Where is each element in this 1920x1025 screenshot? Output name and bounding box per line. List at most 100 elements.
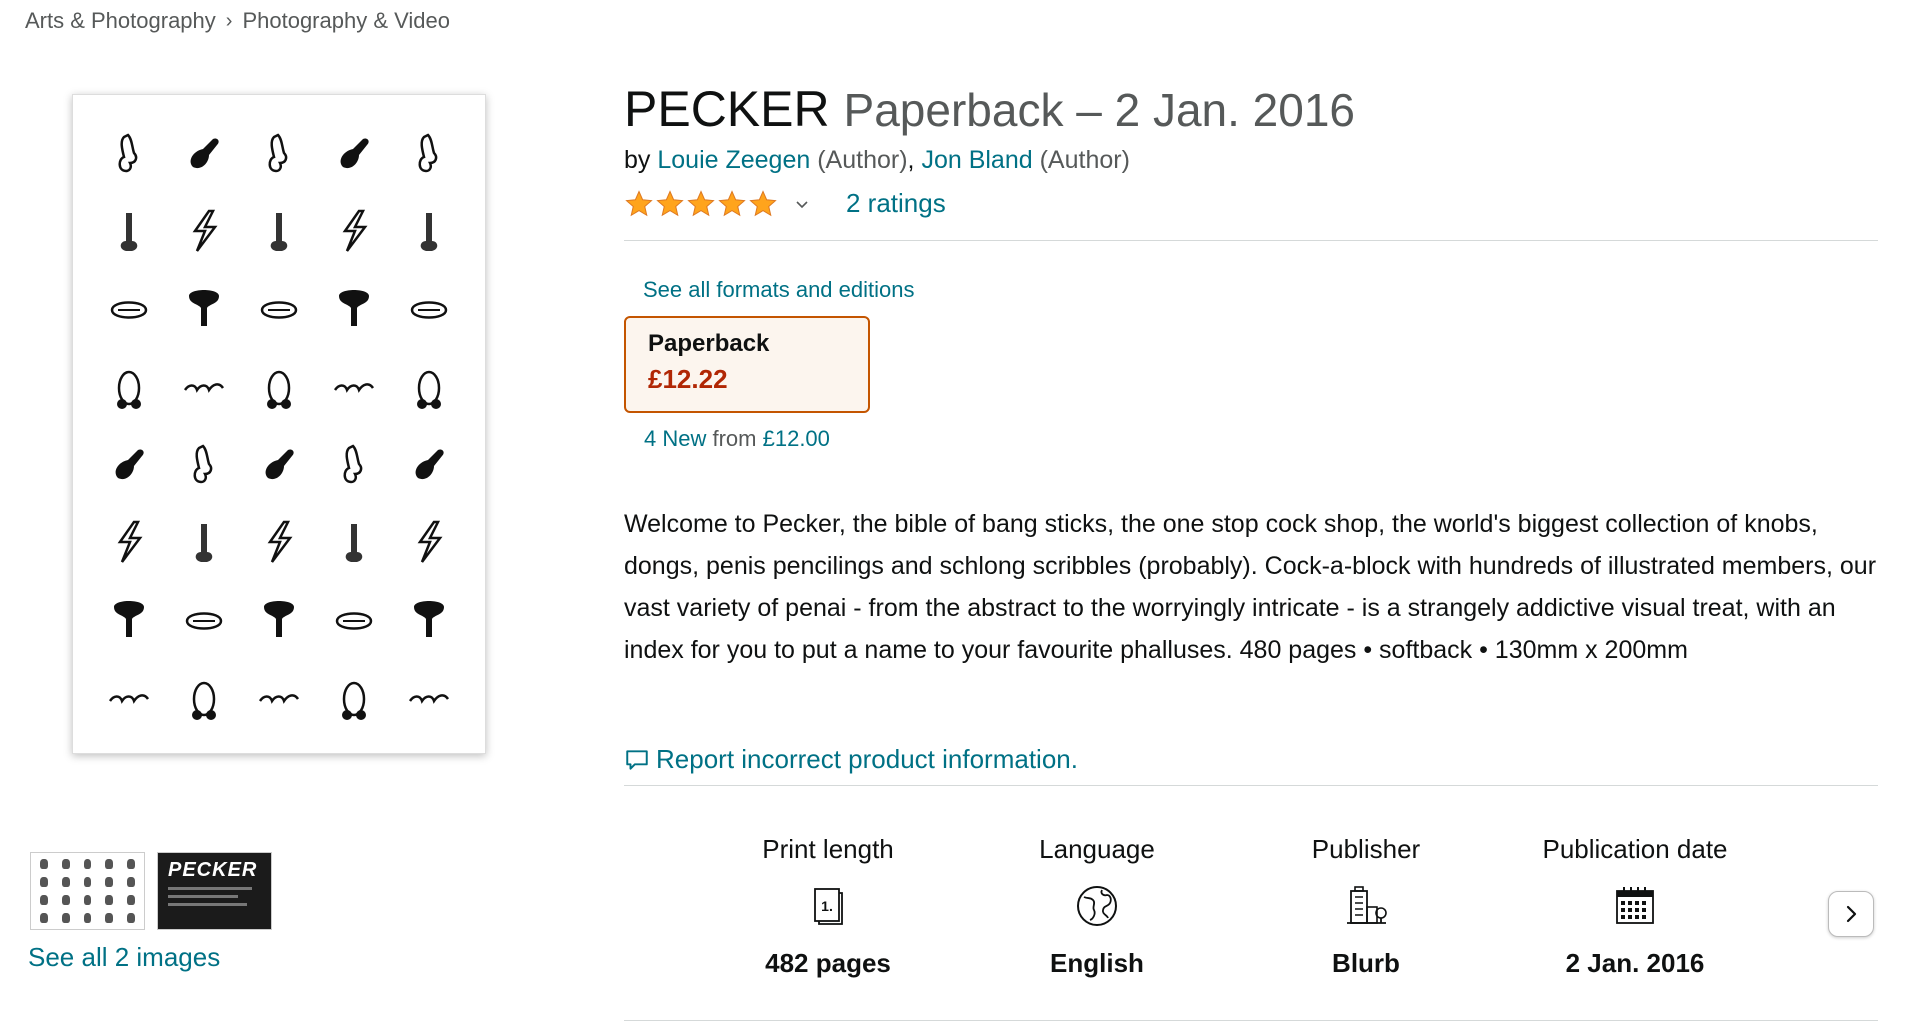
cover-doodle-illustration xyxy=(166,580,241,658)
thumbnail-doodle xyxy=(127,877,135,887)
thumbnail-doodle xyxy=(127,859,135,869)
thumbnail-text-line xyxy=(168,903,248,906)
star-rating[interactable] xyxy=(624,189,778,219)
thumbnail-doodle xyxy=(105,877,114,887)
thumbnail-doodle xyxy=(105,913,114,923)
star-icon xyxy=(687,189,715,216)
thumbnail-doodle xyxy=(40,859,48,869)
divider xyxy=(624,1020,1878,1021)
cover-doodle-illustration xyxy=(166,424,241,502)
image-thumbnails: PECKER xyxy=(30,852,272,930)
thumbnail-doodle xyxy=(83,913,92,923)
cover-doodle-illustration xyxy=(392,346,467,424)
cover-doodle-illustration xyxy=(392,113,467,191)
cover-illustration-grid xyxy=(91,113,467,735)
thumbnail-cover-back[interactable]: PECKER xyxy=(157,852,272,930)
author-role: (Author) xyxy=(817,146,908,174)
thumbnail-doodle xyxy=(83,859,92,869)
offers-price[interactable]: £12.00 xyxy=(763,426,830,451)
author-comma: , xyxy=(907,146,915,174)
thumbnail-text-line xyxy=(168,895,238,898)
breadcrumb-item-arts-photography[interactable]: Arts & Photography xyxy=(25,8,216,34)
cover-doodle-illustration xyxy=(317,424,392,502)
cover-doodle-illustration xyxy=(241,424,316,502)
thumbnail-doodle xyxy=(61,877,70,887)
chevron-down-icon[interactable] xyxy=(794,196,810,212)
thumbnail-doodle xyxy=(83,877,92,887)
cover-doodle-illustration xyxy=(317,346,392,424)
product-format-date: Paperback – 2 Jan. 2016 xyxy=(843,84,1356,136)
detail-label: Publication date xyxy=(1542,834,1728,864)
cover-doodle-illustration xyxy=(392,269,467,347)
author-role: (Author) xyxy=(1039,146,1130,174)
star-icon xyxy=(625,189,653,216)
offers-from-label: from xyxy=(712,426,757,451)
ratings-count-link[interactable]: 2 ratings xyxy=(846,188,946,219)
author-link-louie-zeegen[interactable]: Louie Zeegen xyxy=(657,146,810,174)
carousel-next-button[interactable] xyxy=(1828,891,1874,937)
detail-label: Print length xyxy=(762,834,894,864)
report-incorrect-info-link[interactable]: Report incorrect product information. xyxy=(624,744,1078,775)
new-offers-link[interactable]: 4 New xyxy=(644,426,706,451)
cover-doodle-illustration xyxy=(166,191,241,269)
cover-doodle-illustration xyxy=(91,346,166,424)
thumbnail-doodle xyxy=(40,877,48,887)
thumbnail-doodle xyxy=(61,859,70,869)
cover-doodle-illustration xyxy=(317,113,392,191)
rating-row: 2 ratings xyxy=(624,188,946,219)
report-label: Report incorrect product information. xyxy=(656,744,1078,774)
thumbnail-doodle xyxy=(105,859,114,869)
cover-doodle-illustration xyxy=(166,113,241,191)
cover-doodle-illustration xyxy=(241,191,316,269)
breadcrumb-separator: › xyxy=(225,9,233,32)
detail-value: Blurb xyxy=(1332,948,1400,978)
calendar-icon xyxy=(1616,887,1654,924)
product-title-main: PECKER xyxy=(624,81,830,137)
svg-text:1.: 1. xyxy=(821,898,833,914)
thumbnail-doodle xyxy=(127,895,135,905)
cover-doodle-illustration xyxy=(392,502,467,580)
detail-language: Language English xyxy=(977,834,1217,979)
product-details-carousel: Print length 1. 482 pages Language Engli… xyxy=(624,834,1878,994)
cover-doodle-illustration xyxy=(241,502,316,580)
format-option-paperback[interactable]: Paperback £12.22 xyxy=(624,316,870,413)
cover-doodle-illustration xyxy=(392,424,467,502)
detail-label: Publisher xyxy=(1311,834,1421,864)
book-pages-icon: 1. xyxy=(814,888,843,925)
star-icon xyxy=(718,189,746,216)
detail-print-length: Print length 1. 482 pages xyxy=(708,834,948,979)
offers-summary: 4 New from £12.00 xyxy=(644,426,830,452)
cover-doodle-illustration xyxy=(91,269,166,347)
detail-value: English xyxy=(1050,948,1144,978)
breadcrumb-item-photography-video[interactable]: Photography & Video xyxy=(242,8,450,34)
cover-doodle-illustration xyxy=(392,580,467,658)
by-label: by xyxy=(624,146,651,174)
building-icon xyxy=(1347,886,1387,924)
cover-doodle-illustration xyxy=(392,191,467,269)
globe-icon xyxy=(1077,886,1117,926)
cover-doodle-illustration xyxy=(166,502,241,580)
thumbnail-cover-title: PECKER xyxy=(168,859,258,881)
thumbnail-doodle xyxy=(40,913,48,923)
format-name: Paperback xyxy=(648,330,770,357)
author-link-jon-bland[interactable]: Jon Bland xyxy=(921,146,1032,174)
cover-doodle-illustration xyxy=(317,657,392,735)
cover-doodle-illustration xyxy=(317,269,392,347)
detail-publisher: Publisher Blurb xyxy=(1246,834,1486,979)
thumbnail-doodle xyxy=(105,895,114,905)
cover-doodle-illustration xyxy=(392,657,467,735)
thumbnail-cover-front[interactable] xyxy=(30,852,145,930)
see-all-formats-link[interactable]: See all formats and editions xyxy=(643,277,915,303)
cover-doodle-illustration xyxy=(166,269,241,347)
format-price: £12.22 xyxy=(648,364,728,394)
cover-doodle-illustration xyxy=(317,191,392,269)
thumbnail-doodle xyxy=(127,913,135,923)
main-product-image[interactable] xyxy=(72,94,486,754)
detail-label: Language xyxy=(1039,834,1155,864)
cover-doodle-illustration xyxy=(317,502,392,580)
author-byline: by Louie Zeegen (Author), Jon Bland (Aut… xyxy=(624,146,1130,175)
cover-doodle-illustration xyxy=(91,657,166,735)
star-icon xyxy=(749,189,777,216)
cover-doodle-illustration xyxy=(91,502,166,580)
see-all-images-link[interactable]: See all 2 images xyxy=(28,942,220,973)
